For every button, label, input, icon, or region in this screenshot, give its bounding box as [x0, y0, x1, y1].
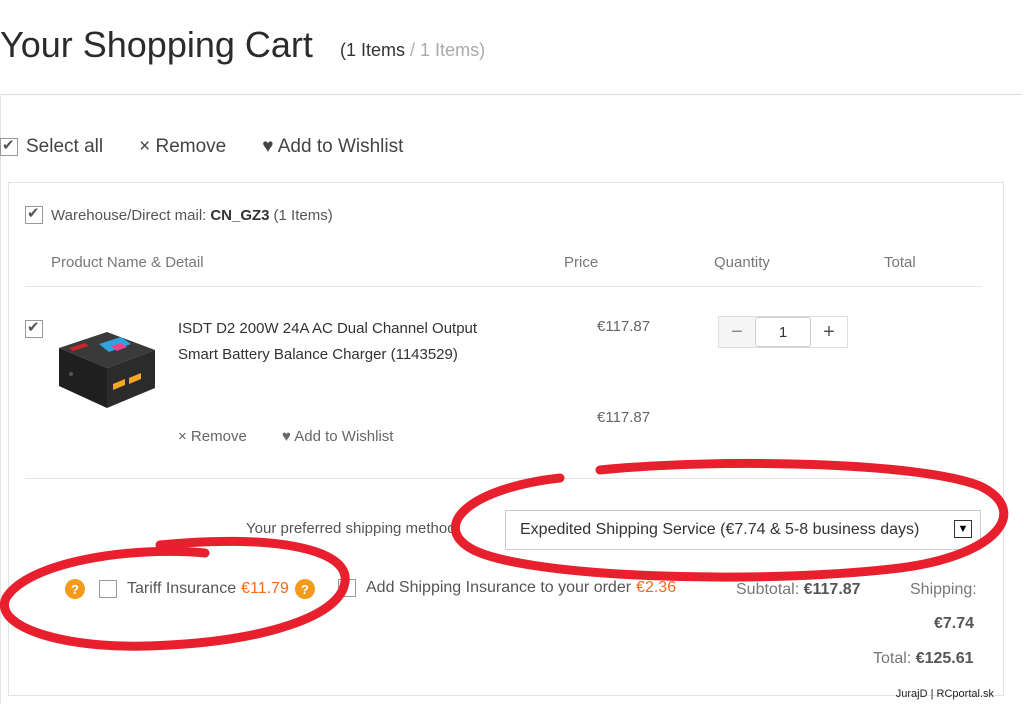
quantity-stepper: − + [718, 316, 848, 348]
header-divider [0, 94, 1022, 95]
table-header-divider [25, 286, 982, 287]
help-icon[interactable]: ? [65, 579, 85, 599]
header-quantity: Quantity [714, 254, 770, 271]
subtotal-value: €117.87 [803, 581, 861, 598]
shipping-value: €7.74 [934, 615, 975, 632]
item-total: €117.87 [597, 409, 651, 426]
remove-selected-button[interactable]: × Remove [139, 136, 226, 158]
cart-item-count: (1 Items / 1 Items) [340, 40, 486, 60]
header-total: Total [884, 254, 916, 271]
dropdown-arrow-icon[interactable]: ▼ [954, 520, 972, 538]
item-divider [25, 478, 982, 479]
watermark: JurajD | RCportal.sk [895, 688, 994, 700]
shipping-label: Shipping: [910, 581, 977, 598]
item-price: €117.87 [597, 318, 651, 335]
shipping-method-select[interactable]: Expedited Shipping Service (€7.74 & 5-8 … [505, 510, 981, 550]
shipping-insurance-option: Add Shipping Insurance to your order €2.… [338, 579, 676, 597]
checkbox-icon[interactable] [0, 136, 18, 156]
add-selected-to-wishlist-button[interactable]: ♥ Add to Wishlist [262, 136, 403, 158]
product-image[interactable] [55, 322, 159, 412]
quantity-input[interactable] [755, 317, 811, 347]
order-total: Total: €125.61 [873, 650, 974, 667]
subtotal: Subtotal: €117.87 [736, 581, 861, 598]
item-remove-link[interactable]: × Remove [178, 428, 247, 445]
warehouse-item-count: (1 Items) [273, 206, 333, 224]
select-all-checkbox[interactable]: Select all [0, 136, 103, 158]
tariff-insurance-option: ? Tariff Insurance €11.79 ? [65, 579, 315, 599]
warehouse-code: CN_GZ3 [210, 206, 270, 224]
quantity-decrease-button[interactable]: − [719, 317, 755, 347]
select-all-label: Select all [26, 136, 104, 157]
shipping-insurance-label: Add Shipping Insurance to your order [366, 579, 632, 596]
shipping-insurance-checkbox[interactable] [338, 579, 356, 597]
item-checkbox[interactable] [25, 318, 43, 338]
tariff-insurance-label: Tariff Insurance [127, 580, 237, 597]
page-title: Your Shopping Cart [0, 24, 313, 65]
shipping-method-value: Expedited Shipping Service (€7.74 & 5-8 … [520, 521, 920, 538]
left-border [0, 94, 1, 704]
shipping-method-label: Your preferred shipping method: [246, 520, 460, 537]
bulk-actions: Select all × Remove ♥ Add to Wishlist [0, 136, 439, 158]
help-icon[interactable]: ? [294, 579, 315, 599]
product-name[interactable]: ISDT D2 200W 24A AC Dual Channel Output … [178, 316, 498, 368]
item-wishlist-link[interactable]: ♥ Add to Wishlist [282, 428, 393, 445]
warehouse-label: Warehouse/Direct mail: [51, 206, 207, 224]
tariff-insurance-price: €11.79 [241, 580, 289, 597]
shipping-insurance-price: €2.36 [636, 579, 677, 596]
order-total-value: €125.61 [915, 650, 974, 667]
tariff-insurance-checkbox[interactable] [99, 580, 117, 598]
warehouse-group: Warehouse/Direct mail: CN_GZ3 (1 Items) [25, 204, 333, 224]
header-price: Price [564, 254, 599, 271]
quantity-increase-button[interactable]: + [811, 317, 847, 347]
warehouse-checkbox[interactable] [25, 204, 43, 224]
header-product: Product Name & Detail [51, 254, 204, 271]
